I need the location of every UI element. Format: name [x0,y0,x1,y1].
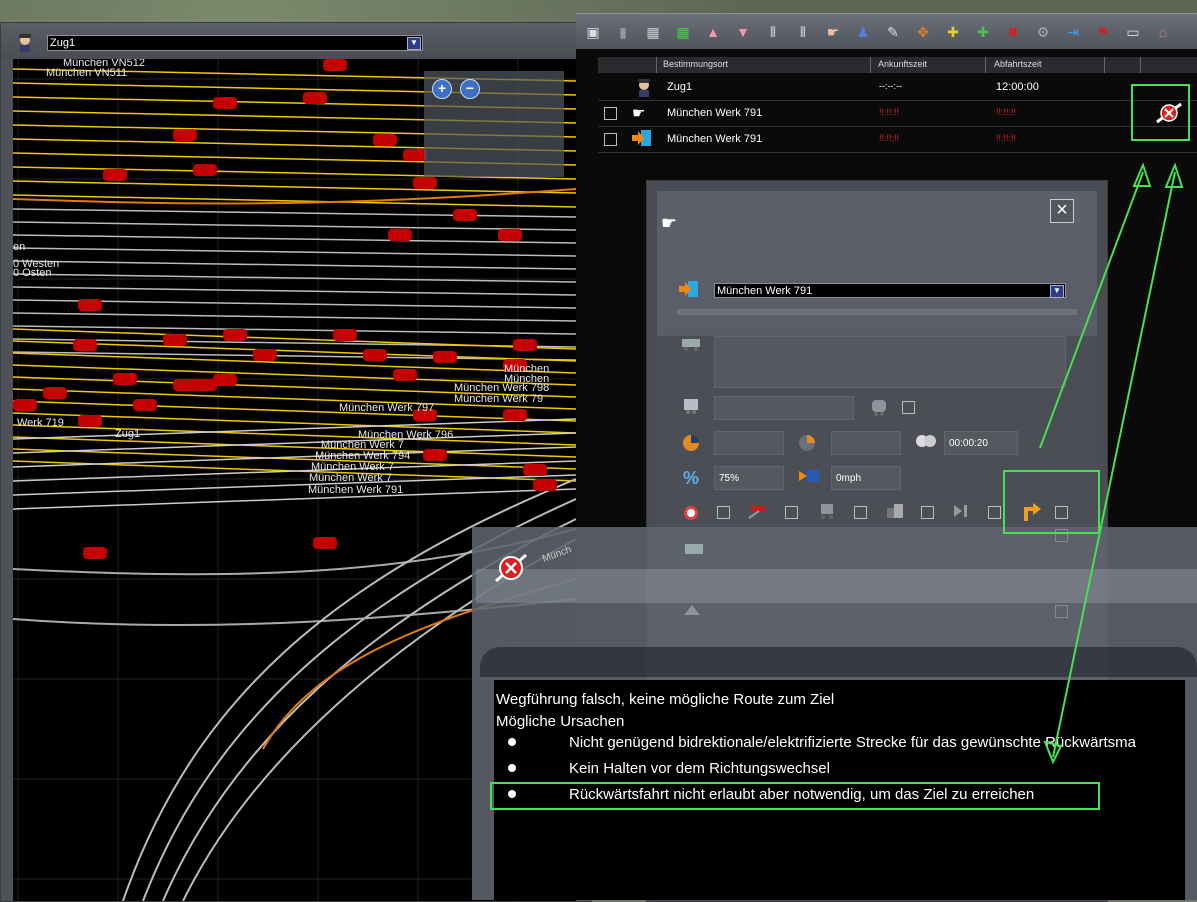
annotation-arrows [1039,162,1184,765]
